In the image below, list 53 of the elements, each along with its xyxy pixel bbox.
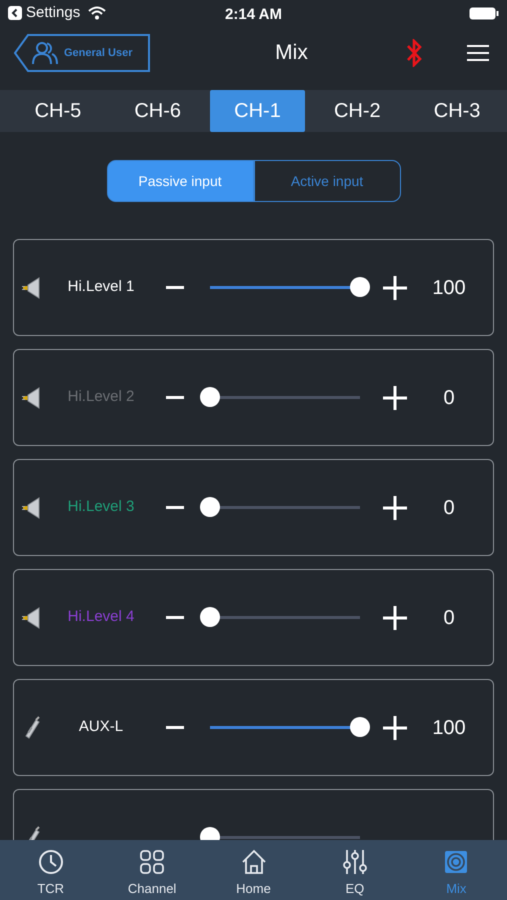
menu-icon[interactable] — [467, 44, 489, 62]
tab-bar-item[interactable]: Home — [202, 840, 304, 900]
tab-bar-item[interactable]: Channel — [101, 840, 203, 900]
tab-bar-item[interactable]: TCR — [0, 840, 102, 900]
slider-thumb[interactable] — [200, 607, 220, 627]
plus-icon — [383, 496, 407, 520]
speaker-icon — [443, 848, 470, 874]
grid-icon — [139, 848, 166, 874]
channel-name: Hi.Level 2 — [66, 387, 136, 408]
speaker-icon — [22, 386, 42, 408]
page-title: Mix — [274, 40, 309, 66]
back-icon[interactable] — [8, 6, 22, 20]
users-icon — [32, 41, 58, 65]
channel-tab[interactable]: CH-6 — [110, 90, 206, 132]
plus-icon — [383, 716, 407, 740]
battery-icon — [469, 6, 499, 20]
slider-thumb[interactable] — [200, 497, 220, 517]
bluetooth-icon[interactable] — [405, 39, 423, 67]
user-button[interactable]: General User — [14, 34, 150, 72]
plus-icon — [383, 386, 407, 410]
channel-tab[interactable]: CH-3 — [409, 90, 505, 132]
channel-value: 0 — [442, 386, 456, 410]
channel-value: 0 — [442, 496, 456, 520]
channel-name: Hi.Level 4 — [66, 607, 136, 628]
clock-icon — [38, 848, 64, 874]
slider-thumb[interactable] — [350, 277, 370, 297]
slider-thumb[interactable] — [200, 387, 220, 407]
channel-value: 0 — [442, 606, 456, 630]
input-mode-button[interactable]: Active input — [254, 160, 400, 202]
plus-icon — [383, 276, 407, 300]
sliders-icon — [342, 848, 368, 874]
tab-bar-item[interactable]: EQ — [304, 840, 406, 900]
plus-icon — [383, 606, 407, 630]
wifi-icon — [88, 6, 106, 20]
speaker-icon — [22, 606, 42, 628]
minus-icon — [166, 506, 184, 509]
channel-tab[interactable]: CH-5 — [10, 90, 106, 132]
speaker-icon — [22, 276, 42, 298]
channel-tab[interactable]: CH-2 — [309, 90, 406, 132]
back-label[interactable]: Settings — [26, 2, 80, 24]
clock-time: 2:14 AM — [225, 5, 282, 25]
channel-name: AUX-L — [78, 717, 124, 738]
channel-name: Hi.Level 1 — [66, 277, 136, 298]
home-icon — [240, 848, 267, 874]
minus-icon — [166, 726, 184, 729]
slider-thumb[interactable] — [350, 717, 370, 737]
speaker-icon — [22, 496, 42, 518]
channel-value: 100 — [431, 716, 467, 740]
channel-value: 100 — [431, 276, 467, 300]
minus-icon — [166, 396, 184, 399]
channel-name: Hi.Level 3 — [66, 497, 136, 518]
minus-icon — [166, 286, 184, 289]
minus-icon — [166, 616, 184, 619]
